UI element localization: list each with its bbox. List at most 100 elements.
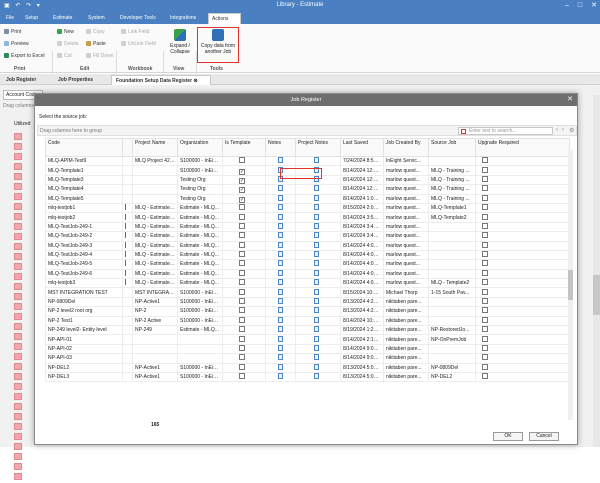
settings-gear-icon[interactable]: ⚙ [569, 127, 574, 134]
table-row[interactable]: MLQ-TestJob-249-5 MLQ - Estimate 42 Estima… [45, 259, 570, 270]
notes-icon[interactable] [278, 335, 283, 342]
preview-button[interactable]: Preview [4, 41, 29, 47]
is-template-checkbox[interactable] [239, 232, 245, 239]
upgrade-required-checkbox[interactable] [482, 223, 488, 229]
column-header[interactable]: Project Notes [295, 138, 341, 157]
tab-file[interactable]: File [3, 13, 17, 24]
is-template-checkbox[interactable] [239, 364, 245, 370]
project-notes-icon[interactable] [314, 242, 319, 248]
notes-icon[interactable] [278, 204, 283, 211]
project-notes-icon[interactable] [314, 223, 319, 229]
expand-collapse-button[interactable]: Expand / Collapse [166, 29, 194, 55]
tab-integrations[interactable]: Integrations [167, 13, 199, 24]
column-header[interactable]: Source Job [428, 138, 476, 157]
column-header[interactable]: Organization [177, 138, 223, 157]
link-field-button[interactable]: Link Field [121, 29, 149, 35]
delete-button[interactable]: Delete [57, 41, 78, 47]
notes-icon[interactable] [278, 298, 283, 305]
project-notes-icon[interactable] [314, 157, 319, 164]
tab-actions[interactable]: Actions [208, 13, 241, 24]
table-row[interactable]: MLQ-TestJob-249-2 MLQ - Estimate 42 Estima… [45, 231, 570, 242]
group-drag-bar[interactable]: Drag columns here to group Enter text to… [37, 125, 577, 136]
project-notes-icon[interactable] [314, 213, 319, 220]
search-prev-icon[interactable]: ‹ [556, 127, 558, 133]
is-template-checkbox[interactable]: ✓ [239, 187, 245, 194]
table-row[interactable]: NP-2 level2 root org NP-2 S100000 - InEig.… [45, 306, 570, 317]
notes-icon[interactable] [278, 260, 283, 267]
upgrade-required-checkbox[interactable] [482, 204, 488, 211]
doc-tab-job-properties[interactable]: Job Properties [54, 75, 97, 85]
project-notes-icon[interactable] [314, 279, 319, 286]
search-next-icon[interactable]: › [562, 127, 564, 133]
is-template-checkbox[interactable] [239, 213, 245, 220]
is-template-checkbox[interactable] [239, 279, 245, 286]
project-notes-icon[interactable] [314, 354, 319, 361]
project-notes-icon[interactable] [314, 298, 319, 305]
table-row[interactable]: MLQ-APIM-Test9 MLQ Project 42 ... S100000 … [45, 155, 570, 167]
is-template-checkbox[interactable] [239, 317, 245, 323]
is-template-checkbox[interactable] [239, 298, 245, 305]
column-header[interactable]: Job Created By [383, 138, 429, 157]
upgrade-required-checkbox[interactable] [482, 242, 488, 248]
upgrade-required-checkbox[interactable] [482, 270, 488, 276]
main-scrollbar[interactable] [593, 95, 600, 447]
is-template-checkbox[interactable] [239, 260, 245, 267]
is-template-checkbox[interactable]: ✓ [239, 177, 245, 184]
close-icon[interactable]: ✕ [591, 2, 597, 9]
project-notes-icon[interactable] [314, 317, 319, 323]
is-template-checkbox[interactable] [239, 204, 245, 211]
upgrade-required-checkbox[interactable] [482, 176, 488, 182]
upgrade-required-checkbox[interactable] [482, 326, 488, 333]
upgrade-required-checkbox[interactable] [482, 345, 488, 351]
upgrade-required-checkbox[interactable] [482, 279, 488, 286]
doc-tab-foundation-setup[interactable]: Foundation Setup Data Register ⊗ [111, 75, 211, 85]
notes-icon[interactable] [278, 354, 283, 361]
upgrade-required-checkbox[interactable] [482, 354, 488, 361]
upgrade-required-checkbox[interactable] [482, 307, 488, 314]
project-notes-icon[interactable] [314, 260, 319, 267]
notes-icon[interactable] [278, 279, 283, 286]
table-row[interactable]: MLQ-TestJob-249-6 MLQ - Estimate 42 Estima… [45, 268, 570, 280]
table-row[interactable]: NP-0809Del NP-Active1 S100000 - InEig... 8/… [45, 296, 570, 308]
is-template-checkbox[interactable] [239, 354, 245, 361]
table-row[interactable]: NP-API-01 8/14/2024 2:13:09... nikitaben p… [45, 334, 570, 345]
dialog-scrollbar[interactable] [568, 150, 573, 420]
search-input[interactable]: Enter text to search... [458, 127, 553, 135]
project-notes-icon[interactable] [314, 364, 319, 370]
is-template-checkbox[interactable] [239, 289, 245, 295]
tab-estimate[interactable]: Estimate [50, 13, 75, 24]
column-header[interactable] [122, 138, 133, 157]
table-row[interactable]: mlq-testjob1 MLQ - Estimate 42 Estimate - … [45, 202, 570, 214]
upgrade-required-checkbox[interactable] [482, 213, 488, 220]
project-notes-icon[interactable] [314, 345, 319, 351]
project-notes-icon[interactable] [314, 232, 319, 239]
is-template-checkbox[interactable]: ✓ [239, 168, 245, 175]
is-template-checkbox[interactable] [239, 270, 245, 276]
notes-icon[interactable] [278, 345, 283, 351]
table-row[interactable]: NP-API-02 8/14/2024 9:08:36... nikitaben p… [45, 343, 570, 355]
minimize-icon[interactable]: – [565, 2, 569, 9]
doc-tab-job-register[interactable]: Job Register [2, 75, 40, 85]
column-header[interactable]: Last Saved [340, 138, 384, 157]
upgrade-required-checkbox[interactable] [482, 317, 488, 323]
notes-icon[interactable] [278, 185, 283, 192]
cut-button[interactable]: Cut [57, 53, 72, 59]
is-template-checkbox[interactable] [239, 157, 245, 164]
notes-icon[interactable] [278, 326, 283, 333]
export-excel-button[interactable]: Export to Excel [4, 53, 45, 59]
column-header[interactable]: Notes [265, 138, 296, 157]
is-template-checkbox[interactable] [239, 242, 245, 248]
notes-icon[interactable] [278, 223, 283, 229]
maximize-icon[interactable]: □ [578, 2, 582, 9]
is-template-checkbox[interactable] [239, 335, 245, 342]
notes-icon[interactable] [278, 270, 283, 276]
project-notes-icon[interactable] [314, 270, 319, 276]
notes-icon[interactable] [278, 289, 283, 295]
notes-icon[interactable] [278, 195, 283, 201]
table-row[interactable]: NP-249 level2- Entity level NP-249 Estimat… [45, 325, 570, 336]
is-template-checkbox[interactable]: ✓ [239, 196, 245, 203]
upgrade-required-checkbox[interactable] [482, 335, 488, 342]
table-row[interactable]: MLQ-Template5 Testing Org ✓ 8/14/2024 1:06:… [45, 193, 570, 204]
is-template-checkbox[interactable] [239, 373, 245, 380]
new-button[interactable]: New [57, 29, 74, 35]
